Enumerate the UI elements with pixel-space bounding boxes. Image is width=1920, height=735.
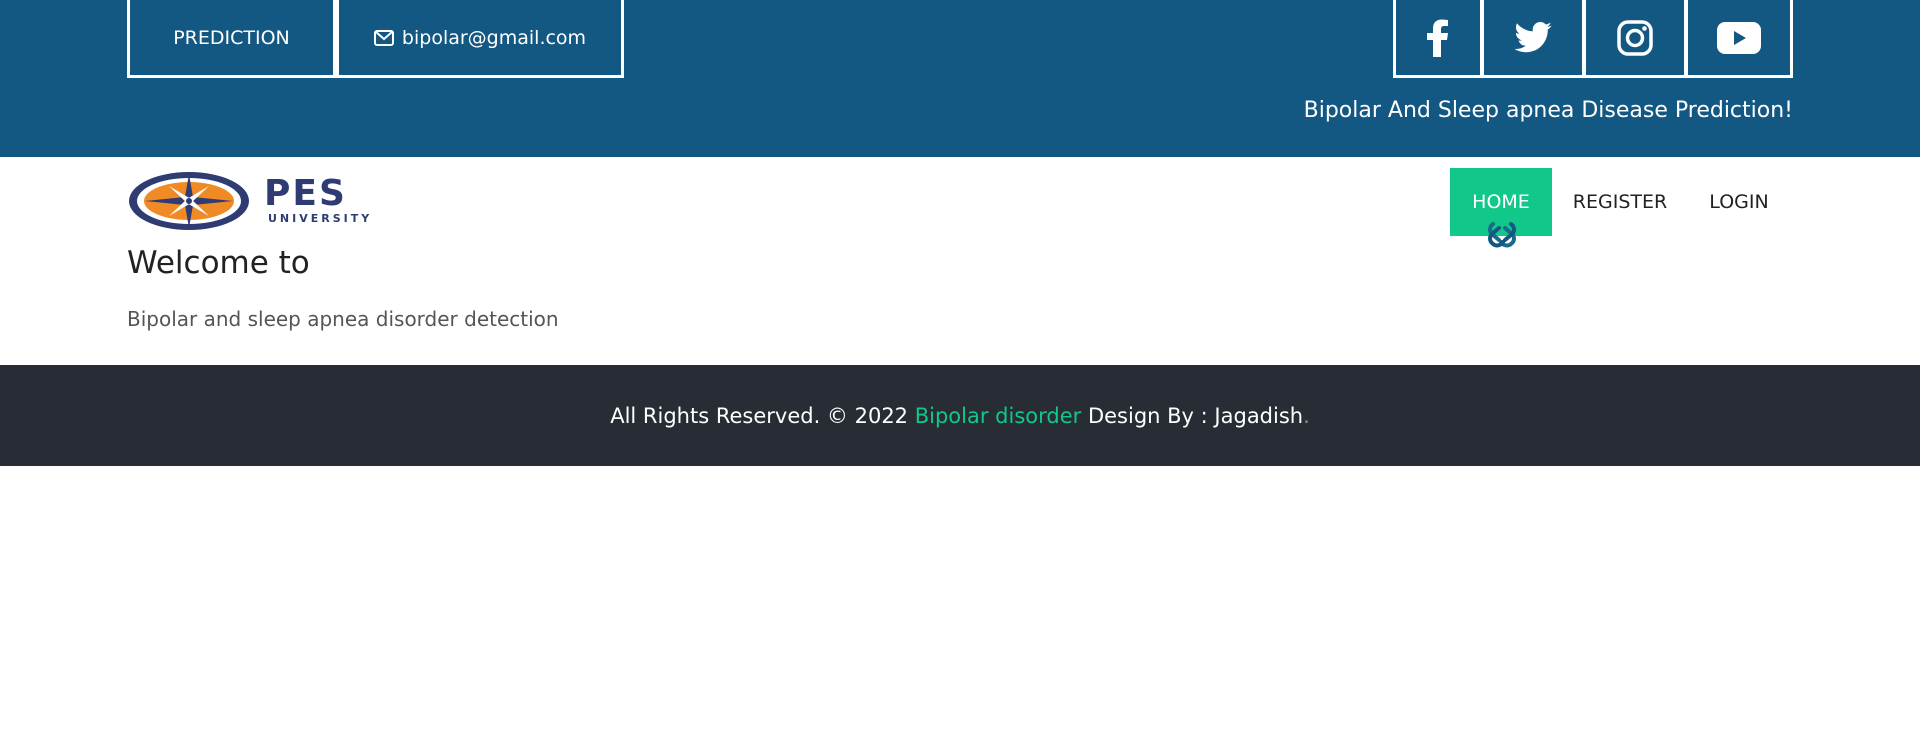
twitter-button[interactable] <box>1481 0 1585 78</box>
twitter-icon <box>1514 22 1552 53</box>
nav-login-label: LOGIN <box>1709 191 1769 213</box>
facebook-icon <box>1427 19 1448 57</box>
footer-site-link[interactable]: Bipolar disorder <box>915 404 1082 428</box>
instagram-icon <box>1617 19 1653 56</box>
hero-subtitle: Bipolar and sleep apnea disorder detecti… <box>127 307 559 331</box>
nav-register[interactable]: REGISTER <box>1552 168 1688 236</box>
prediction-link[interactable]: PREDICTION <box>127 0 336 78</box>
footer-period: . <box>1303 403 1310 428</box>
logo-name: PES <box>264 173 347 214</box>
pes-university-logo[interactable]: PES UNIVERSITY <box>127 170 399 232</box>
logo-subtitle: UNIVERSITY <box>268 212 372 225</box>
footer-design-by: Design By : <box>1087 403 1208 428</box>
link-icon <box>1488 222 1516 248</box>
footer-copyright: All Rights Reserved. © 2022 <box>610 403 909 428</box>
nav-login[interactable]: LOGIN <box>1688 168 1790 236</box>
hero-title: Welcome to <box>127 245 310 281</box>
youtube-icon <box>1717 21 1761 54</box>
email-link[interactable]: bipolar@gmail.com <box>336 0 624 78</box>
site-tagline: Bipolar And Sleep apnea Disease Predicti… <box>1303 98 1793 123</box>
envelope-icon <box>373 29 394 46</box>
top-header: PREDICTION bipolar@gmail.com Bipolar And… <box>0 0 1920 157</box>
nav-register-label: REGISTER <box>1572 191 1668 213</box>
facebook-button[interactable] <box>1393 0 1483 78</box>
nav-home-label: HOME <box>1472 191 1530 213</box>
footer-author[interactable]: Jagadish <box>1214 404 1303 428</box>
instagram-button[interactable] <box>1583 0 1687 78</box>
youtube-button[interactable] <box>1685 0 1793 78</box>
email-text: bipolar@gmail.com <box>401 26 587 49</box>
logo-graphic: PES UNIVERSITY <box>129 172 372 230</box>
site-footer: All Rights Reserved. © 2022 Bipolar diso… <box>0 365 1920 466</box>
prediction-label: PREDICTION <box>173 26 290 49</box>
